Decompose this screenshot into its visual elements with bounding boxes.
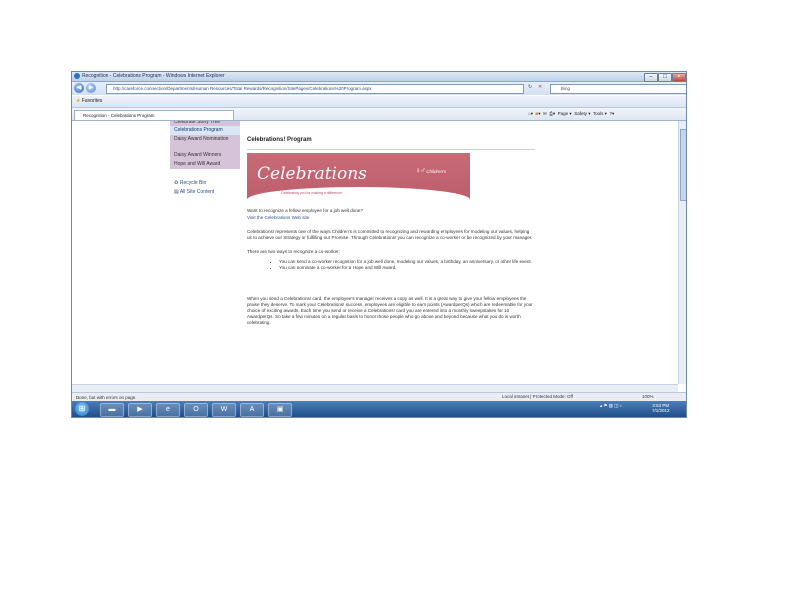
page-title: Celebrations! Program [247, 137, 312, 143]
security-zone: Local intranet | Protected Mode: Off [502, 394, 573, 399]
taskbar-explorer[interactable]: ▬ [100, 403, 124, 417]
taskbar-app[interactable]: ▣ [268, 403, 292, 417]
browser-screenshot: Recognition - Celebrations Program - Win… [72, 72, 686, 417]
title-divider [247, 149, 535, 150]
windows-logo-icon: ⊞ [78, 404, 86, 413]
close-button[interactable]: × [672, 73, 686, 82]
celebrations-banner: Celebrations ♀♂ Children's Celebrating y… [247, 153, 470, 199]
taskbar-media[interactable]: ▶ [128, 403, 152, 417]
back-button[interactable]: ◀ [74, 83, 84, 93]
ie-icon [74, 73, 80, 79]
taskbar-outlook[interactable]: O [184, 403, 208, 417]
search-input[interactable]: Bing [550, 84, 686, 94]
media-icon: ▶ [137, 406, 143, 413]
page-menu[interactable]: Page ▾ [558, 111, 572, 116]
banner-word: Celebrations [257, 164, 367, 184]
maximize-button[interactable]: □ [658, 73, 672, 82]
ways-intro: There are two ways to recognize a co-wor… [247, 249, 340, 254]
feeds-icon[interactable]: ◙ [536, 111, 539, 116]
folder-icon: ▬ [108, 406, 116, 413]
left-navigation: Celebrate Story Tree Celebrations Progra… [170, 121, 240, 197]
ways-list: You can send a co-worker recognition for… [279, 259, 535, 271]
star-icon: ★ [76, 98, 81, 104]
start-button[interactable]: ⊞ [75, 402, 89, 416]
outlook-icon: O [193, 406, 199, 413]
taskbar: ⊞ ▬ ▶ e O W A ▣ ▴ ⚑ ▥ ◫ ♪ 2:53 PM 7/1/20… [72, 401, 686, 417]
zoom-level[interactable]: 100% [642, 394, 654, 399]
nav-utilities: ♻ Recycle Bin ▤ All Site Content [170, 179, 240, 197]
clock-date: 7/1/2012 [652, 408, 670, 413]
word-icon: W [220, 406, 228, 413]
intro-question: Want to recognize a fellow employee for … [247, 208, 364, 213]
childrens-logo: ♀♂ Children's [415, 166, 446, 175]
address-row: ◀ ▶ http://careforce.connection/Departme… [72, 82, 686, 95]
page-content: Celebrate Story Tree Celebrations Progra… [72, 121, 678, 384]
forward-arrow-icon: ▶ [88, 85, 94, 91]
home-icon[interactable]: ⌂▾ [528, 111, 533, 116]
refresh-icon[interactable]: ↻ [528, 84, 532, 90]
nav-item-daisy-winners[interactable]: Daisy Award Winners [170, 151, 240, 160]
stop-icon[interactable]: ✕ [538, 84, 542, 90]
taskbar-acrobat[interactable]: A [240, 403, 264, 417]
paragraph-1: Celebrations! represents one of the ways… [247, 229, 533, 240]
favorites-button[interactable]: ★ Favorites [76, 98, 102, 104]
app-icon: ▣ [276, 406, 284, 413]
window-title: Recognition - Celebrations Program - Win… [82, 73, 225, 79]
all-site-content-label: All Site Content [179, 189, 215, 195]
clock[interactable]: 2:53 PM 7/1/2012 [652, 403, 670, 413]
nav-item-celebrations[interactable]: Celebrations Program [170, 126, 240, 135]
logo-text: Children's [426, 169, 447, 174]
address-bar[interactable]: http://careforce.connection/Departments/… [106, 84, 524, 94]
tab-row: Recognition - Celebrations Program ⌂▾ ◙▾… [72, 108, 686, 121]
main-content: Celebrations! Program Celebrations ♀♂ Ch… [247, 121, 535, 326]
recycle-bin-label: Recycle Bin [179, 180, 207, 186]
forward-button[interactable]: ▶ [86, 83, 96, 93]
minimize-button[interactable]: – [644, 73, 658, 82]
window-titlebar: Recognition - Celebrations Program - Win… [72, 72, 686, 82]
tools-menu[interactable]: Tools ▾ [593, 111, 607, 116]
safety-menu[interactable]: Safety ▾ [574, 111, 590, 116]
back-arrow-icon: ◀ [76, 85, 82, 91]
help-icon[interactable]: ?▾ [609, 111, 614, 116]
vertical-scrollbar[interactable] [678, 121, 686, 384]
taskbar-word[interactable]: W [212, 403, 236, 417]
favorites-label: Favorites [81, 98, 103, 104]
taskbar-ie[interactable]: e [156, 403, 180, 417]
nav-item-hope-will[interactable]: Hope and Will Award [170, 160, 240, 169]
banner-tagline: Celebrating you for making a difference [281, 191, 343, 195]
celebrations-site-link[interactable]: Visit the Celebrations Web site [247, 215, 535, 221]
favorites-bar: ★ Favorites [72, 96, 686, 108]
mail-icon[interactable]: ✉ [543, 111, 547, 116]
all-site-content-link[interactable]: ▤ All Site Content [170, 188, 240, 197]
command-bar: ⌂▾ ◙▾ ✉ ⎙▾ Page ▾ Safety ▾ Tools ▾ ?▾ [528, 111, 615, 116]
status-message: Done, but with errors on page. [76, 395, 137, 400]
nav-item-daisy-nomination[interactable]: Daisy Award Nomination [170, 135, 240, 151]
recycle-bin-icon: ♻ [174, 180, 179, 186]
ie-taskbar-icon: e [166, 406, 170, 413]
paragraph-2: When you send a Celebrations! card, the … [247, 296, 533, 325]
acrobat-icon: A [249, 406, 255, 413]
system-tray: ▴ ⚑ ▥ ◫ ♪ [600, 403, 622, 409]
print-icon[interactable]: ⎙ [549, 111, 553, 116]
scrollbar-thumb[interactable] [680, 129, 686, 201]
children-figures-icon: ♀♂ [415, 166, 426, 175]
site-content-icon: ▤ [174, 189, 179, 195]
recycle-bin-link[interactable]: ♻ Recycle Bin [170, 179, 240, 188]
tray-icons[interactable]: ▴ ⚑ ▥ ◫ ♪ [600, 403, 622, 408]
tab-recognition[interactable]: Recognition - Celebrations Program [74, 110, 234, 120]
